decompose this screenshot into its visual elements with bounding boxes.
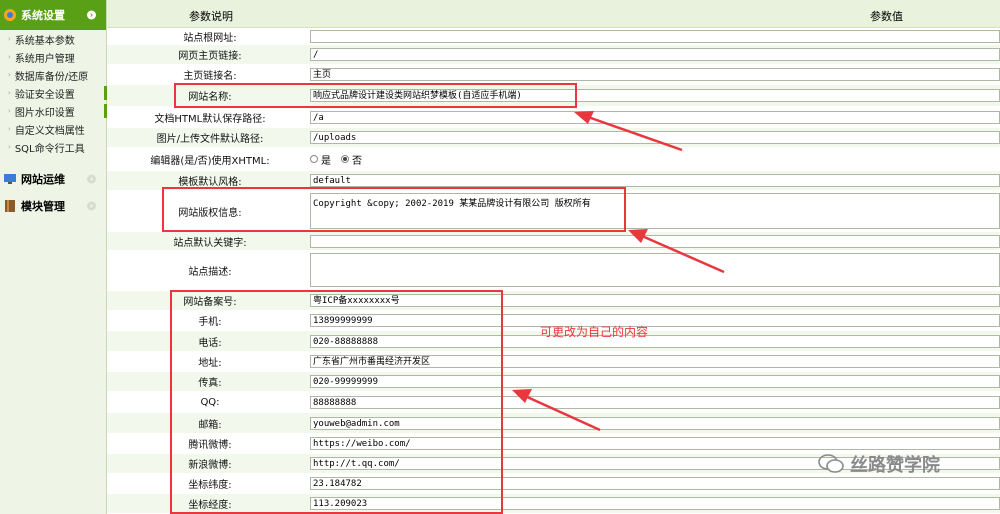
wechat-icon xyxy=(818,453,844,475)
annotation-note: 可更改为自己的内容 xyxy=(540,325,649,339)
annotation-arrows xyxy=(512,111,725,432)
arrow-copyright xyxy=(641,234,725,274)
watermark-text: 丝路赞学院 xyxy=(850,455,940,476)
arrow-head-icon xyxy=(574,111,594,124)
watermark: 丝路赞学院 xyxy=(818,451,940,477)
arrow-site-name xyxy=(587,115,683,152)
arrow-contact xyxy=(524,394,601,432)
arrow-head-icon xyxy=(512,389,532,403)
